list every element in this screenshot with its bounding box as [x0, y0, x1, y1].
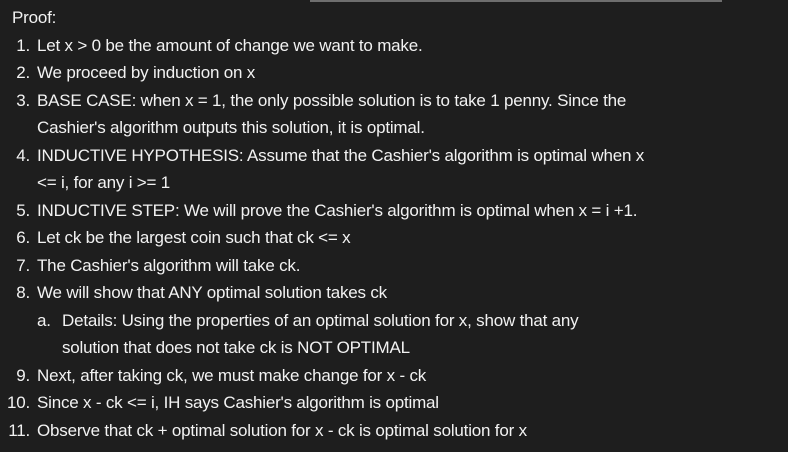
list-item-number: 8. [16, 283, 30, 302]
list-item-number: 11. [8, 420, 30, 440]
list-item-number: 5. [16, 200, 30, 220]
list-item-text: Details: Using the properties of an opti… [62, 310, 579, 330]
list-item-number: 3. [16, 90, 30, 110]
list-item-text: Let ck be the largest coin such that ck … [37, 228, 351, 247]
list-item-number: 2. [16, 63, 30, 82]
list-item-number: 9. [16, 365, 30, 385]
list-item: 3. BASE CASE: when x = 1, the only possib… [0, 87, 788, 115]
list-item-text: Next, after taking ck, we must make chan… [37, 365, 427, 385]
top-scroll-bar [310, 0, 722, 2]
list-item-number: 10. [6, 393, 30, 412]
list-item: Cashier's algorithm outputs this solutio… [0, 114, 788, 142]
list-item: 2. We proceed by induction on x [0, 59, 788, 87]
list-item: 11. Observe that ck + optimal solution fo… [0, 417, 788, 445]
list-item: 6. Let ck be the largest coin such that c… [0, 224, 788, 252]
list-item: 8. We will show that ANY optimal solution… [0, 279, 788, 307]
proof-document: Proof: 1. Let x > 0 be the amount of chan… [0, 4, 788, 444]
list-item-number: 4. [16, 145, 30, 165]
list-item-number: 6. [16, 228, 30, 247]
list-item-text: solution that does not take ck is NOT OP… [62, 338, 410, 357]
list-item-text: INDUCTIVE STEP: We will prove the Cashie… [37, 200, 638, 220]
list-item-text: INDUCTIVE HYPOTHESIS: Assume that the Ca… [37, 145, 645, 165]
list-item: 5. INDUCTIVE STEP: We will prove the Cash… [0, 197, 788, 225]
list-item: a. Details: Using the properties of an op… [0, 307, 788, 335]
proof-steps-list: 1. Let x > 0 be the amount of change we w… [0, 32, 788, 445]
proof-title: Proof: [12, 8, 57, 27]
list-item: solution that does not take ck is NOT OP… [0, 334, 788, 362]
list-item-number: a. [37, 310, 51, 330]
list-item-text: Since x - ck <= i, IH says Cashier's alg… [37, 393, 439, 412]
list-item-text: We will show that ANY optimal solution t… [37, 283, 387, 302]
list-item-text: Cashier's algorithm outputs this solutio… [37, 118, 425, 137]
list-item: 7. The Cashier's algorithm will take ck. [0, 252, 788, 280]
list-item-text: Observe that ck + optimal solution for x… [37, 420, 527, 440]
list-item-number: 1. [16, 35, 30, 55]
list-item-text: Let x > 0 be the amount of change we wan… [37, 35, 423, 55]
list-item: 4. INDUCTIVE HYPOTHESIS: Assume that the … [0, 142, 788, 170]
list-item: 9. Next, after taking ck, we must make ch… [0, 362, 788, 390]
list-item: 1. Let x > 0 be the amount of change we w… [0, 32, 788, 60]
list-item-text: BASE CASE: when x = 1, the only possible… [37, 90, 627, 110]
list-item-text: <= i, for any i >= 1 [37, 173, 171, 192]
list-item-text: The Cashier's algorithm will take ck. [37, 255, 301, 275]
list-item: <= i, for any i >= 1 [0, 169, 788, 197]
list-item: 10. Since x - ck <= i, IH says Cashier's … [0, 389, 788, 417]
list-item-text: We proceed by induction on x [37, 63, 256, 82]
list-item-number: 7. [16, 255, 30, 275]
